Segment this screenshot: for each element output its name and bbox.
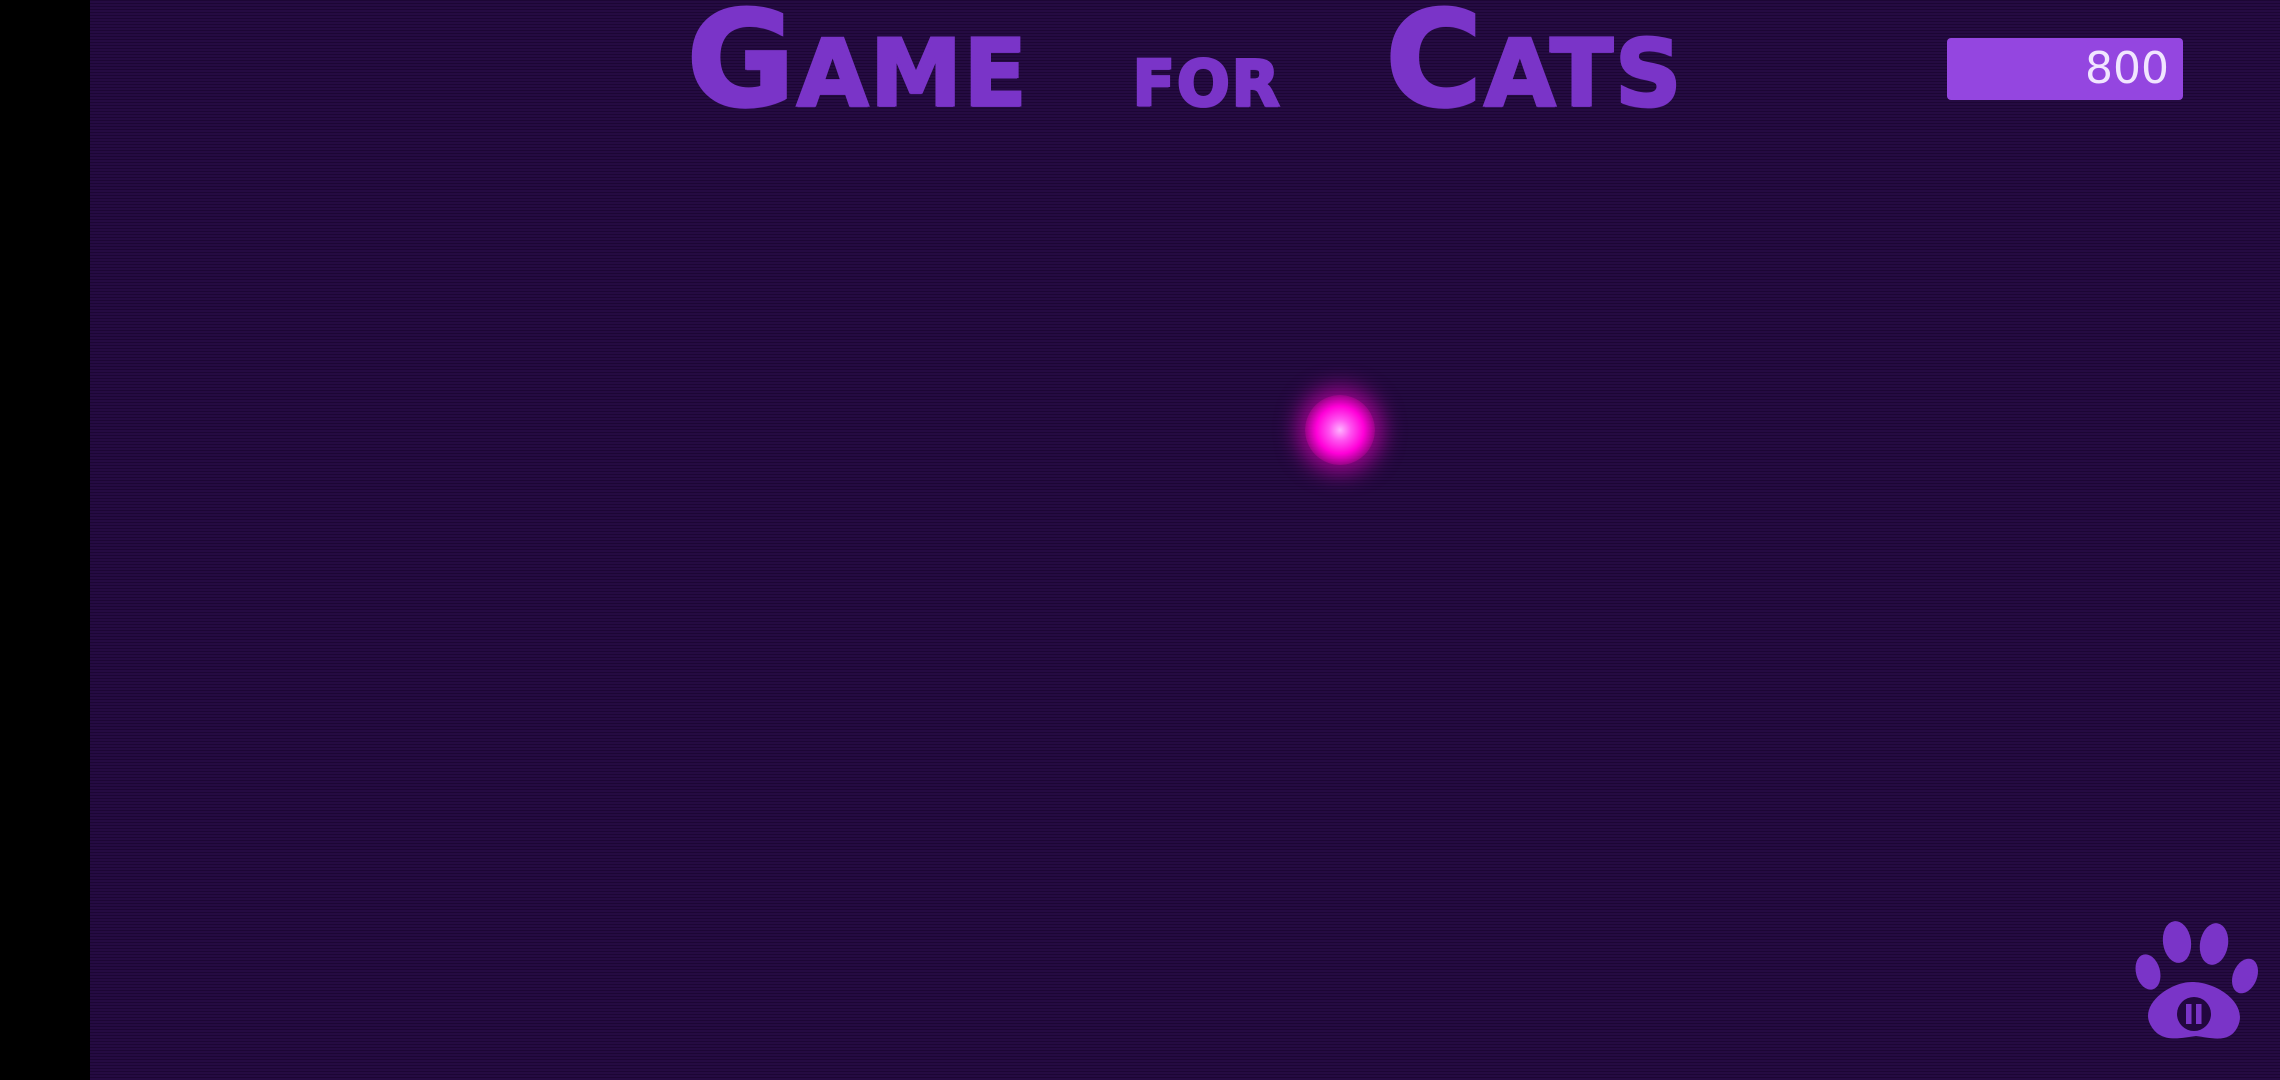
laser-dot-target[interactable] (1305, 395, 1375, 465)
title-word-cats: Cats (1384, 0, 1684, 137)
title-word-for: for (1131, 22, 1282, 128)
title-word-game: Game (685, 0, 1029, 137)
left-black-bar (0, 0, 90, 1080)
paw-pause-icon[interactable] (2130, 914, 2270, 1054)
pause-bar-right (2196, 1004, 2202, 1024)
pause-bar-left (2186, 1004, 2192, 1024)
score-display: 800 (1947, 38, 2183, 100)
pause-circle (2177, 997, 2211, 1031)
game-playfield[interactable]: Game for Cats (90, 0, 2280, 1080)
